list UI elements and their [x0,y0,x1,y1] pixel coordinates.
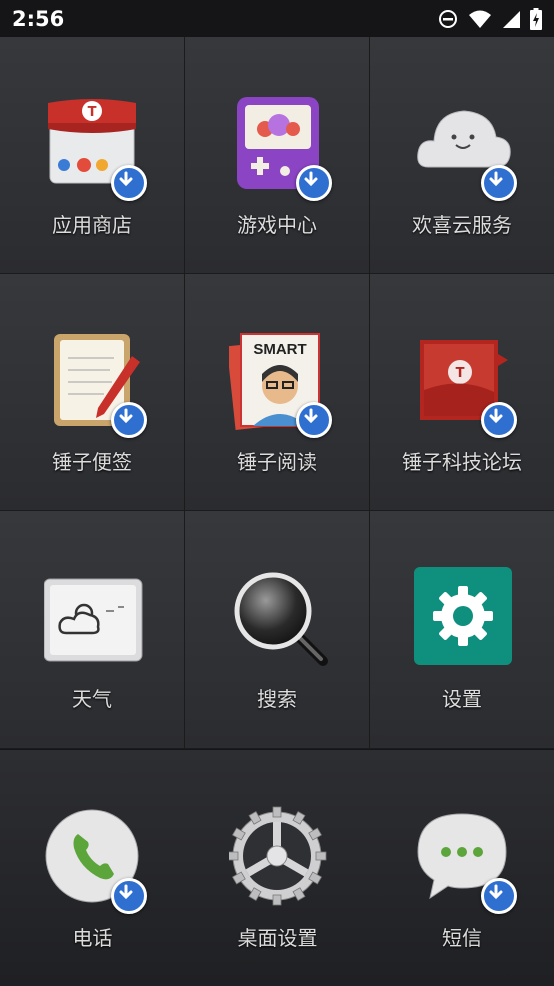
wifi-icon [469,10,491,28]
desktop-settings-icon [227,806,329,906]
dock-item-sms[interactable]: 短信 [370,750,554,986]
app-label: 应用商店 [52,213,132,237]
cloud-service-icon [414,93,517,201]
app-tile-forum[interactable]: T 锤子科技论坛 [370,274,554,511]
app-label: 桌面设置 [237,926,318,950]
status-time: 2:56 [12,6,65,31]
download-badge-icon [111,402,147,438]
app-tile-search[interactable]: 搜索 [185,511,370,749]
battery-charging-icon [530,7,542,30]
forum-icon: T [414,330,517,438]
app-label: 电话 [72,926,113,950]
svg-text:T: T [88,105,97,120]
settings-icon [414,567,514,667]
download-badge-icon [481,165,517,201]
app-label: 天气 [72,687,112,711]
app-tile-app-store[interactable]: T 应用商店 [0,37,185,274]
signal-icon [503,10,520,28]
app-tile-game-center[interactable]: 游戏中心 [185,37,370,274]
dock: 电话 桌面设置 短信 [0,749,554,986]
dock-item-phone[interactable]: 电话 [0,750,185,986]
app-label: 锤子科技论坛 [402,450,522,474]
app-tile-notes[interactable]: 锤子便签 [0,274,185,511]
app-grid: T 应用商店 游戏中心 欢喜云服务 锤子便签 SMART 锤子阅读 T 锤子科技… [0,37,554,749]
app-label: 短信 [442,926,482,950]
weather-icon [43,567,144,667]
game-center-icon [229,93,332,201]
download-badge-icon [111,165,147,201]
download-badge-icon [111,878,147,914]
app-tile-weather[interactable]: 天气 [0,511,185,749]
do-not-disturb-icon [439,9,457,28]
svg-text:T: T [456,366,465,381]
app-tile-reading[interactable]: SMART 锤子阅读 [185,274,370,511]
app-label: 欢喜云服务 [412,213,512,237]
dock-item-desktop-settings[interactable]: 桌面设置 [185,750,370,986]
download-badge-icon [296,402,332,438]
download-badge-icon [481,402,517,438]
app-label: 锤子阅读 [237,450,317,474]
phone-icon [44,806,147,914]
app-tile-cloud-service[interactable]: 欢喜云服务 [370,37,554,274]
search-icon [229,567,329,667]
app-label: 搜索 [257,687,297,711]
app-label: 锤子便签 [52,450,132,474]
download-badge-icon [296,165,332,201]
sms-icon [414,806,517,914]
app-tile-settings[interactable]: 设置 [370,511,554,749]
reading-icon: SMART [226,330,332,438]
app-label: 游戏中心 [237,213,317,237]
app-label: 设置 [442,687,482,711]
status-bar: 2:56 [0,0,554,37]
app-store-icon: T [44,93,147,201]
notes-icon [44,330,147,438]
download-badge-icon [481,878,517,914]
reading-cover-title: SMART [253,341,306,358]
